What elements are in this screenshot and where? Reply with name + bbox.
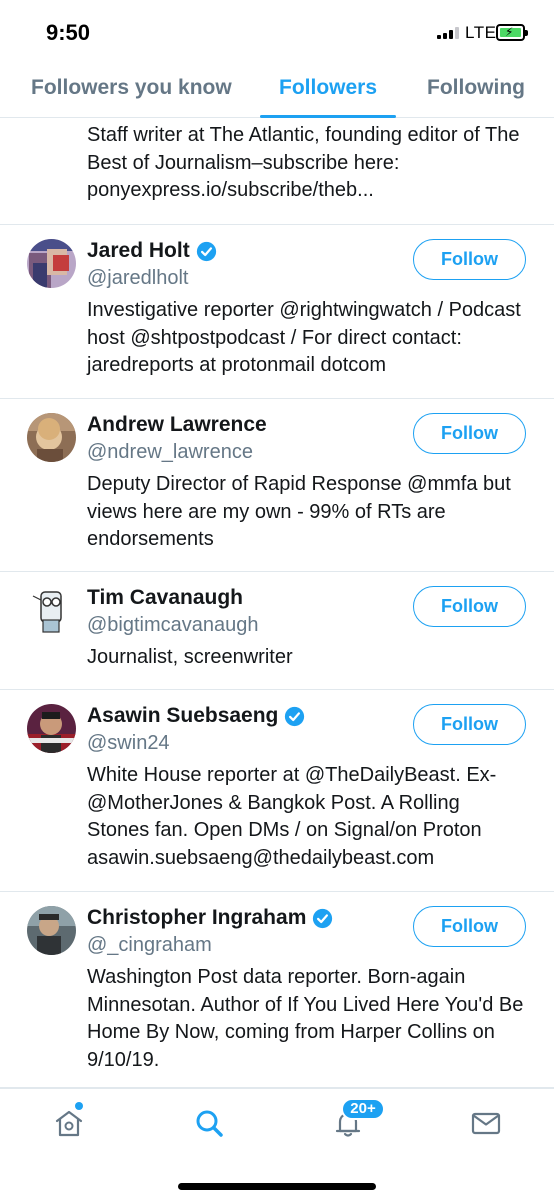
list-item[interactable]: Tim Cavanaugh @bigtimcavanaugh Journalis… (0, 572, 554, 690)
follow-button[interactable]: Follow (413, 906, 526, 947)
avatar[interactable] (27, 413, 76, 462)
list-item[interactable]: Jared Holt @jaredlholt Investigative rep… (0, 225, 554, 399)
user-bio: Investigative reporter @rightwingwatch /… (87, 299, 521, 376)
user-bio: White House reporter at @TheDailyBeast. … (87, 764, 497, 869)
user-handle: @bigtimcavanaugh (87, 614, 259, 636)
follow-button[interactable]: Follow (413, 239, 526, 280)
network-type: LTE (465, 23, 497, 42)
avatar[interactable] (27, 239, 76, 288)
notification-badge: 20+ (341, 1098, 385, 1120)
user-name[interactable]: Tim Cavanaugh (87, 586, 243, 610)
home-unread-dot (75, 1102, 83, 1110)
list-item[interactable]: Andrew Lawrence @ndrew_lawrence Deputy D… (0, 399, 554, 572)
search-icon[interactable] (193, 1107, 225, 1139)
user-handle: @ndrew_lawrence (87, 441, 253, 463)
verified-badge-icon (196, 241, 216, 261)
user-bio: Deputy Director of Rapid Response @mmfa … (87, 473, 511, 550)
tab-followers-you-know[interactable]: Followers you know (31, 76, 232, 100)
avatar[interactable] (27, 906, 76, 955)
follow-button[interactable]: Follow (413, 704, 526, 745)
user-list[interactable]: Staff writer at The Atlantic, founding e… (0, 118, 554, 1088)
list-item[interactable]: Christopher Ingraham @_cingraham Washing… (0, 892, 554, 1088)
status-bar: 9:50 LTE ⚡ (0, 0, 554, 62)
user-name[interactable]: Christopher Ingraham (87, 906, 306, 930)
tab-followers[interactable]: Followers (279, 76, 377, 100)
status-time: 9:50 (46, 20, 91, 45)
avatar[interactable] (27, 586, 76, 635)
avatar[interactable] (27, 704, 76, 753)
user-bio: Staff writer at The Atlantic, founding e… (87, 124, 520, 201)
user-name[interactable]: Andrew Lawrence (87, 413, 267, 437)
battery-icon: ⚡ (496, 24, 528, 41)
signal-strength-icon (437, 27, 459, 39)
verified-badge-icon (313, 908, 333, 928)
list-item[interactable]: Staff writer at The Atlantic, founding e… (0, 118, 554, 225)
user-handle: @swin24 (87, 732, 170, 754)
user-bio: Washington Post data reporter. Born-agai… (87, 966, 524, 1071)
user-bio: Journalist, screenwriter (87, 646, 293, 668)
tab-following[interactable]: Following (427, 76, 525, 100)
user-handle: @_cingraham (87, 934, 212, 956)
follow-button[interactable]: Follow (413, 413, 526, 454)
list-item[interactable]: Asawin Suebsaeng @swin24 White House rep… (0, 690, 554, 892)
home-indicator[interactable] (178, 1183, 376, 1190)
user-name[interactable]: Asawin Suebsaeng (87, 704, 278, 728)
verified-badge-icon (285, 706, 305, 726)
user-name[interactable]: Jared Holt (87, 239, 190, 263)
messages-icon[interactable] (470, 1107, 502, 1139)
follow-button[interactable]: Follow (413, 586, 526, 627)
tab-bar: Followers you know Followers Following (0, 62, 554, 118)
user-handle: @jaredlholt (87, 267, 189, 289)
home-icon[interactable] (53, 1107, 85, 1139)
